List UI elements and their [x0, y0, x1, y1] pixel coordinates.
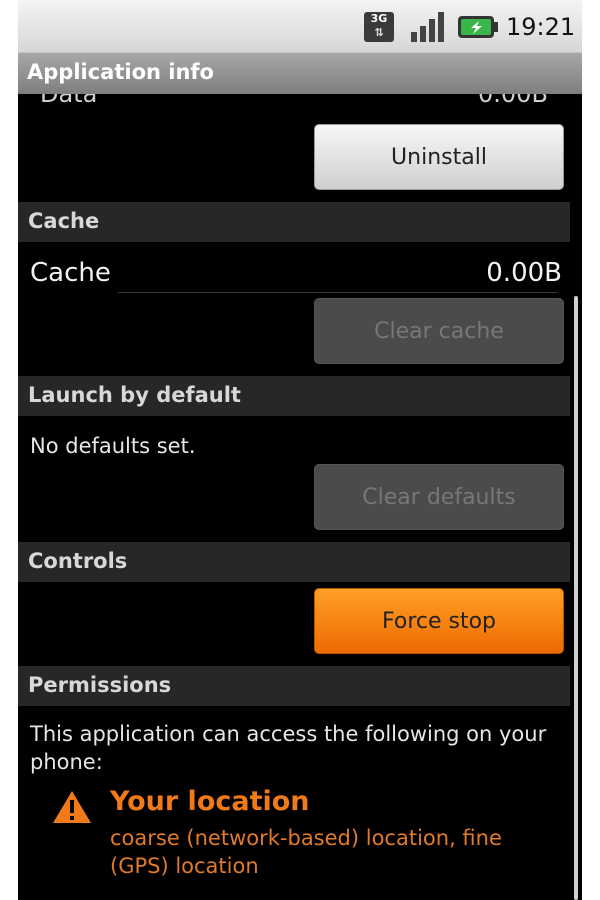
section-title: Permissions: [28, 673, 172, 697]
network-type-label: 3G: [370, 12, 388, 25]
title-bar: Application info: [18, 52, 582, 94]
clear-cache-button[interactable]: Clear cache: [314, 298, 564, 364]
data-value: 0.00B: [478, 94, 548, 108]
permission-title: Your location: [110, 786, 310, 817]
section-title: Cache: [28, 209, 100, 233]
force-stop-button[interactable]: Force stop: [314, 588, 564, 654]
warning-icon: [52, 790, 92, 824]
permissions-section-header: Permissions: [18, 666, 570, 706]
screen: 3G ⇅ 19:21 Application info Data 0.00B U…: [18, 0, 582, 900]
cache-value: 0.00B: [486, 258, 562, 288]
cache-section-header: Cache: [18, 202, 570, 242]
data-label: Data: [40, 94, 98, 108]
clear-defaults-button[interactable]: Clear defaults: [314, 464, 564, 530]
signal-bars-icon: [410, 12, 446, 42]
permissions-intro: This application can access the followin…: [30, 722, 547, 774]
network-3g-icon: 3G ⇅: [364, 12, 394, 42]
controls-section-header: Controls: [18, 542, 570, 582]
permission-detail: coarse (network-based) location, fine (G…: [110, 826, 502, 878]
page-title: Application info: [27, 60, 214, 84]
section-title: Controls: [28, 549, 128, 573]
uninstall-button[interactable]: Uninstall: [314, 124, 564, 190]
launch-section-header: Launch by default: [18, 376, 570, 416]
permission-item[interactable]: Your location coarse (network-based) loc…: [52, 786, 562, 888]
data-activity-icon: ⇅: [374, 26, 384, 39]
cache-label: Cache: [30, 258, 111, 288]
battery-charging-icon: [458, 12, 498, 42]
content-area[interactable]: Data 0.00B Uninstall Cache Cache 0.00B C…: [18, 94, 582, 900]
status-bar: 3G ⇅ 19:21: [18, 0, 582, 52]
section-title: Launch by default: [28, 383, 241, 407]
no-defaults-text: No defaults set.: [30, 434, 196, 458]
clock: 19:21: [506, 13, 576, 41]
scrollbar[interactable]: [574, 296, 578, 900]
divider: [118, 292, 558, 293]
